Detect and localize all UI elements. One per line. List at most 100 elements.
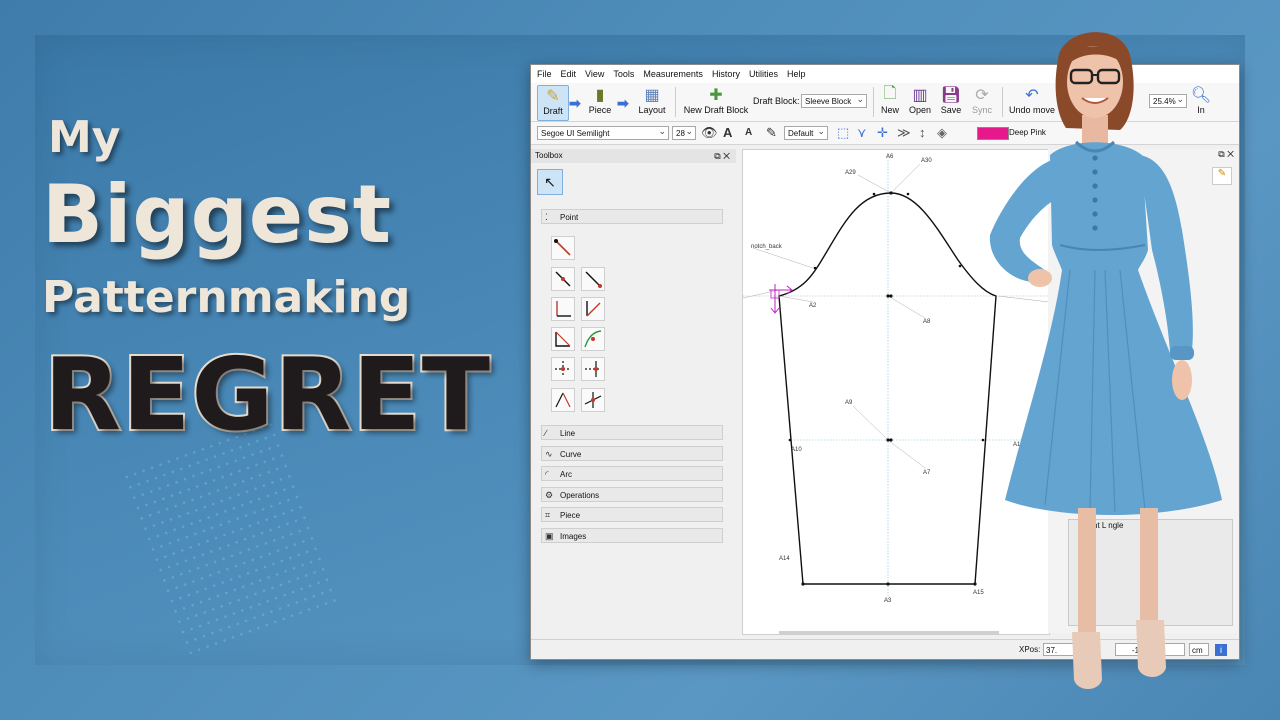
point-tool-triangle-icon[interactable]	[551, 327, 575, 351]
new-file-icon: 🗋	[883, 84, 897, 102]
left-hand	[1028, 269, 1052, 287]
menu-tools[interactable]: Tools	[613, 69, 634, 79]
point-marker[interactable]	[886, 294, 890, 298]
point-marker[interactable]	[813, 266, 817, 270]
point-tool-curve-icon[interactable]	[581, 327, 605, 351]
font-decrease-icon[interactable]: A	[745, 127, 752, 138]
toolbar-divider	[873, 87, 874, 117]
layout-mode-button[interactable]: ▦ Layout	[637, 85, 667, 115]
line-color-icon[interactable]: ✎	[766, 125, 777, 141]
point-marker[interactable]	[872, 192, 876, 196]
point-tool-bisector-icon[interactable]	[581, 297, 605, 321]
construction-line	[887, 439, 926, 469]
menu-measurements[interactable]: Measurements	[643, 69, 703, 79]
point-tool-normal-icon[interactable]	[551, 297, 575, 321]
piece-icon: ▮	[595, 87, 605, 104]
toolbox-group-operations[interactable]: ⚙ Operations	[541, 487, 723, 502]
line-type-select[interactable]: Default	[784, 124, 828, 140]
new-file-button[interactable]: 🗋 New	[878, 84, 902, 116]
toolbox-group-line[interactable]: ∕ Line	[541, 425, 723, 440]
open-file-button[interactable]: ▥ Open	[907, 85, 933, 115]
arrow-right-icon: ➡	[569, 95, 581, 111]
construction-line	[752, 247, 814, 269]
move-tool-icon[interactable]: ✛	[877, 125, 888, 141]
font-size-select[interactable]: 28	[672, 124, 696, 140]
guide-line	[743, 289, 780, 299]
draft-icon: ✎	[546, 88, 560, 105]
layout-icon: ▦	[644, 87, 660, 104]
point-marker[interactable]	[958, 264, 962, 268]
label-a30: A30	[921, 158, 932, 164]
rotate-tool-icon[interactable]: ⬚	[837, 125, 849, 141]
right-leg	[1140, 508, 1158, 626]
save-file-button[interactable]: 💾︎ Save	[938, 85, 964, 115]
menu-utilities[interactable]: Utilities	[749, 69, 778, 79]
point-marker[interactable]	[906, 192, 910, 196]
label-a2: A2	[809, 303, 817, 309]
height-tool-icon[interactable]: ↕	[919, 125, 926, 140]
piece-tool-icon: ⌗	[545, 510, 551, 520]
label-a6: A6	[886, 154, 894, 160]
new-draft-block-button[interactable]: ✚ New Draft Block	[683, 85, 749, 115]
arrow-right-icon: ➡	[617, 95, 629, 111]
toolbox-group-point[interactable]: ⁚ Point	[541, 209, 723, 224]
point-tool-shoulder-icon[interactable]	[581, 267, 605, 291]
point-marker[interactable]	[889, 191, 893, 195]
point-tool-lineintersect-icon[interactable]	[581, 388, 605, 412]
point-tool-xy-icon[interactable]	[581, 357, 605, 381]
mirror-tool-icon[interactable]: ⋎	[857, 125, 867, 141]
point-marker[interactable]	[886, 438, 890, 442]
draft-mode-button[interactable]: ✎ Draft	[537, 85, 569, 121]
save-icon: 💾︎	[940, 87, 962, 104]
point-marker[interactable]	[886, 582, 890, 586]
construction-line	[857, 174, 892, 194]
toolbox-group-curve[interactable]: ∿ Curve	[541, 446, 723, 461]
label-a3: A3	[884, 598, 892, 604]
label-a9: A9	[845, 400, 853, 406]
left-sleeve	[989, 160, 1054, 282]
point-tool-along-icon[interactable]	[551, 267, 575, 291]
arc-icon: ◜	[545, 469, 549, 479]
label-a14: A14	[779, 556, 790, 562]
horizontal-scrollbar[interactable]	[779, 631, 999, 634]
point-tool-line-icon[interactable]	[551, 236, 575, 260]
point-marker[interactable]	[889, 438, 893, 442]
menu-view[interactable]: View	[585, 69, 604, 79]
toolbox-header: Toolbox ⧉ ✕	[531, 149, 736, 163]
toolbox-group-arc[interactable]: ◜ Arc	[541, 466, 723, 481]
left-shoe	[1072, 632, 1102, 689]
point-marker[interactable]	[889, 294, 893, 298]
font-increase-icon[interactable]: A	[723, 125, 732, 140]
draft-block-label: Draft Block:	[753, 96, 800, 106]
tag-icon[interactable]: ◈	[937, 125, 947, 141]
menu-file[interactable]: File	[537, 69, 552, 79]
point-tool-height-icon[interactable]	[551, 388, 575, 412]
menu-history[interactable]: History	[712, 69, 740, 79]
curve-icon: ∿	[545, 449, 553, 459]
pointer-tool-button[interactable]: ↖	[537, 169, 563, 195]
right-shoe	[1136, 620, 1166, 677]
construction-line	[852, 405, 889, 441]
label-notch-back: notch_back	[751, 244, 783, 250]
toolbar-divider	[675, 87, 676, 117]
toolbox-group-piece[interactable]: ⌗ Piece	[541, 507, 723, 522]
label-a7: A7	[923, 470, 931, 476]
draft-block-select[interactable]: Sleeve Block	[801, 92, 867, 108]
toolbox-group-images[interactable]: ▣ Images	[541, 528, 723, 543]
right-hand	[1172, 360, 1192, 400]
piece-mode-button[interactable]: ▮ Piece	[587, 85, 613, 115]
point-marker[interactable]	[788, 438, 792, 442]
image-icon: ▣	[545, 531, 554, 541]
group-tool-icon[interactable]: ≫	[897, 125, 911, 141]
menu-help[interactable]: Help	[787, 69, 806, 79]
presenter-photo	[989, 32, 1222, 689]
eye-icon[interactable]: 👁︎	[701, 125, 718, 141]
close-icon[interactable]: ⧉ ✕	[714, 149, 730, 163]
sleeve-outline[interactable]	[778, 192, 997, 585]
construction-line	[887, 295, 926, 319]
point-tool-intersect-icon[interactable]	[551, 357, 575, 381]
menu-edit[interactable]: Edit	[561, 69, 577, 79]
font-select[interactable]: Segoe UI Semilight	[537, 124, 669, 140]
point-marker[interactable]	[801, 582, 805, 586]
neck	[1082, 115, 1108, 143]
